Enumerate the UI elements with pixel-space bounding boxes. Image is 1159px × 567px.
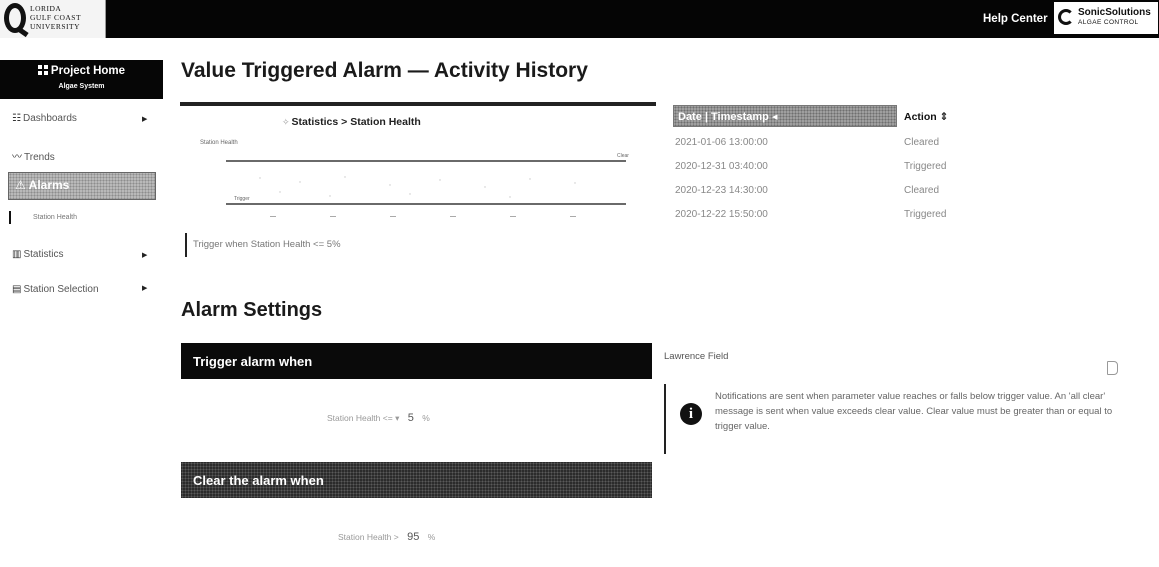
sidebar-item-label: Alarms xyxy=(28,178,70,192)
sidebar-item-station-selection[interactable]: ▤ Station Selection xyxy=(12,284,99,295)
trigger-operator-select[interactable]: <= xyxy=(383,413,393,423)
trend-icon: 〰 xyxy=(12,152,22,163)
clear-alarm-header: Clear the alarm when xyxy=(181,462,652,498)
clear-label: Clear xyxy=(617,153,629,159)
top-bar: LORIDA GULF COAST UNIVERSITY Help Center… xyxy=(0,0,1159,38)
trigger-condition-row: Station Health <= ▾ 5 % xyxy=(327,412,430,424)
table-cell-timestamp: 2021-01-06 13:00:00 xyxy=(675,137,768,148)
statistics-icon: ▥ xyxy=(12,249,22,260)
table-row: 2020-12-22 15:50:00 Triggered xyxy=(673,209,973,223)
chart-header-bar xyxy=(180,102,656,106)
x-axis-ticks xyxy=(270,216,576,217)
clear-unit: % xyxy=(427,532,436,542)
clear-param-label: Station Health > xyxy=(338,532,399,542)
table-cell-action: Cleared xyxy=(904,185,940,196)
trigger-unit: % xyxy=(422,413,430,423)
table-row: 2021-01-06 13:00:00 Cleared xyxy=(673,137,973,151)
table-row: 2020-12-23 14:30:00 Cleared xyxy=(673,185,973,199)
sidebar-item-dashboards[interactable]: ☷ Dashboards xyxy=(12,113,77,124)
chart-noise xyxy=(259,176,576,198)
sonicsolutions-logo[interactable]: SonicSolutions ALGAE CONTROL xyxy=(1054,2,1158,34)
page-title: Value Triggered Alarm — Activity History xyxy=(181,59,588,82)
table-cell-action: Triggered xyxy=(904,209,947,220)
alarm-settings-title: Alarm Settings xyxy=(181,299,323,321)
table-row: 2020-12-31 03:40:00 Triggered xyxy=(673,161,973,175)
help-center-link[interactable]: Help Center xyxy=(983,13,1048,25)
table-cell-timestamp: 2020-12-31 03:40:00 xyxy=(675,161,768,172)
table-cell-timestamp: 2020-12-23 14:30:00 xyxy=(675,185,768,196)
grid-icon: ☷ xyxy=(12,113,21,124)
breadcrumb: ✧ Statistics > Station Health xyxy=(282,116,421,128)
clear-value-input[interactable]: 95 xyxy=(407,531,419,543)
station-icon: ▤ xyxy=(12,284,22,295)
sidebar-item-statistics[interactable]: ▥ Statistics xyxy=(12,249,63,260)
table-cell-timestamp: 2020-12-22 15:50:00 xyxy=(675,209,768,220)
clear-condition-row: Station Health > 95 % xyxy=(338,531,435,543)
notification-info-text: Notifications are sent when parameter va… xyxy=(715,391,1113,432)
station-name: Lawrence Field xyxy=(664,351,729,362)
sidebar-item-trends[interactable]: 〰 Trends xyxy=(12,148,55,163)
chevron-right-icon[interactable]: ▶ xyxy=(142,251,147,259)
y-axis-label: Station Health xyxy=(200,140,238,146)
sidebar-item-alarms[interactable]: ⚠ Alarms xyxy=(8,172,156,200)
trigger-alarm-header: Trigger alarm when xyxy=(181,343,652,379)
action-column-header[interactable]: Action ⇕ xyxy=(904,111,948,123)
project-home-label: Project Home xyxy=(50,65,126,77)
project-home-title: Project Home xyxy=(0,65,163,77)
sonicsolutions-icon xyxy=(1058,9,1074,25)
sidebar-item-label: Trends xyxy=(24,152,55,163)
trigger-value-input[interactable]: 5 xyxy=(408,412,414,424)
project-subtitle: Algae System xyxy=(58,83,105,90)
notification-info-box: i Notifications are sent when parameter … xyxy=(664,384,1124,454)
project-home-icon xyxy=(37,65,48,75)
sidebar-item-label: Station Selection xyxy=(23,284,99,295)
brand-subtitle: ALGAE CONTROL xyxy=(1078,19,1139,26)
table-cell-action: Triggered xyxy=(904,161,947,172)
university-logo-text: LORIDA GULF COAST UNIVERSITY xyxy=(30,4,82,31)
sidebar-item-label: Statistics xyxy=(23,249,64,260)
table-cell-action: Cleared xyxy=(904,137,940,148)
trigger-description: Trigger when Station Health <= 5% xyxy=(185,233,341,257)
trigger-param-label: Station Health xyxy=(327,413,381,423)
info-icon: i xyxy=(680,403,702,425)
university-q-icon xyxy=(4,3,26,33)
chevron-down-icon[interactable]: ▾ xyxy=(395,413,399,423)
chart-plot: Station Health Clear Trigger xyxy=(200,140,629,217)
chevron-right-icon[interactable]: ▶ xyxy=(142,284,147,292)
sidebar-item-label: Dashboards xyxy=(22,113,77,124)
sidebar-subitem-station-health[interactable]: Station Health xyxy=(9,211,77,224)
station-health-chart: ✧ Statistics > Station Health Station Hea… xyxy=(180,102,656,246)
project-home-button[interactable]: Project Home Algae System xyxy=(0,60,163,99)
timestamp-column-header[interactable]: Date | Timestamp ◂ xyxy=(673,105,897,127)
brand-title: SonicSolutions xyxy=(1078,7,1151,18)
university-logo[interactable]: LORIDA GULF COAST UNIVERSITY xyxy=(0,0,106,38)
chevron-right-icon[interactable]: ▶ xyxy=(142,115,147,123)
document-icon[interactable] xyxy=(1107,361,1118,375)
breadcrumb-text[interactable]: Statistics > Station Health xyxy=(292,116,421,128)
chart-icon: ✧ xyxy=(282,117,290,127)
alarm-icon: ⚠ xyxy=(15,178,26,192)
trigger-label: Trigger xyxy=(234,196,250,202)
